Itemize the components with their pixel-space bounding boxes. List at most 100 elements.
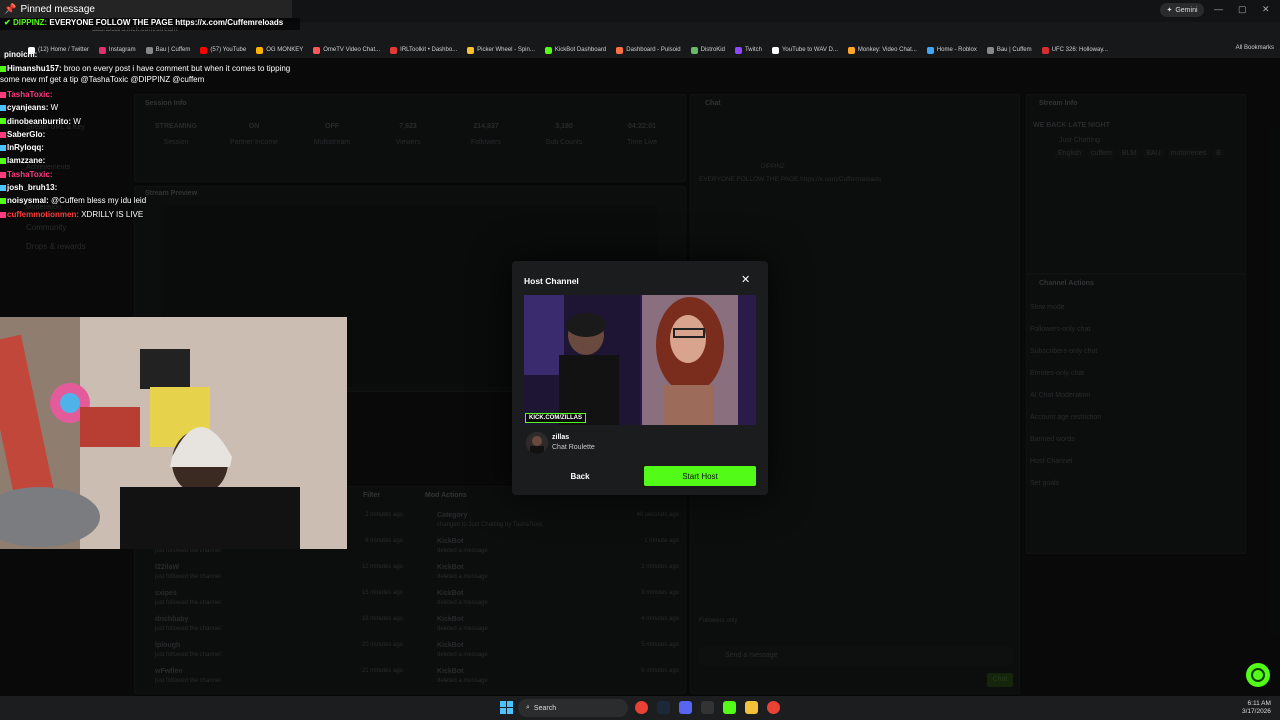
- bookmark-favicon-icon: [616, 46, 624, 54]
- chat-badge-icon: [0, 184, 6, 191]
- maximize-button[interactable]: ▢: [1238, 4, 1247, 15]
- chat-message: lamzzane:: [0, 154, 300, 167]
- start-host-button[interactable]: Start Host: [644, 466, 756, 486]
- bookmark-item[interactable]: OmeTV Video Chat...: [313, 46, 381, 54]
- chat-badge-icon: [0, 145, 6, 152]
- bookmark-item[interactable]: OG MONKEY: [256, 46, 304, 54]
- chat-message: lnRyloqq:: [0, 141, 300, 154]
- bookmark-favicon-icon: [544, 46, 552, 54]
- help-glyph: [1251, 668, 1265, 682]
- chat-badge-icon: [0, 158, 6, 165]
- chat-badge-icon: [0, 118, 6, 125]
- bookmark-item[interactable]: Bau | Cuffem: [145, 46, 190, 54]
- chat-message: josh_bruh13:: [0, 181, 300, 194]
- back-button[interactable]: Back: [524, 466, 636, 486]
- pinned-message: ✔ DIPPINZ: EVERYONE FOLLOW THE PAGE http…: [0, 18, 300, 30]
- chat-overlay-pinoichi: pinoichi:: [4, 50, 38, 59]
- chat-overlay: Himanshu157: broo on every post i have c…: [0, 63, 300, 221]
- bookmark-label: (57) YouTube: [210, 47, 247, 53]
- sparkle-icon: ✦: [1166, 7, 1173, 14]
- chat-text: @Cuffem bless my idu leid: [48, 196, 147, 206]
- all-bookmarks-button[interactable]: All Bookmarks: [1236, 45, 1274, 51]
- bookmark-item[interactable]: KickBot Dashboard: [544, 46, 607, 54]
- help-chat-icon[interactable]: [1246, 663, 1270, 687]
- bookmark-favicon-icon: [771, 46, 779, 54]
- close-window-button[interactable]: ✕: [1262, 4, 1270, 15]
- chrome-icon[interactable]: [635, 701, 648, 714]
- bookmark-label: Monkey: Video Chat...: [857, 47, 917, 53]
- steam-icon[interactable]: [657, 701, 670, 714]
- gemini-label: Gemini: [1175, 6, 1198, 14]
- folder-icon[interactable]: [745, 701, 758, 714]
- taskbar-search-label: Search: [533, 704, 557, 712]
- bookmark-favicon-icon: [200, 46, 208, 54]
- bookmark-label: Dashboard - Pulsoid: [626, 47, 681, 53]
- verified-badge-icon: ✔: [4, 18, 11, 27]
- pinned-text: EVERYONE FOLLOW THE PAGE https://x.com/C…: [49, 18, 284, 27]
- chat-username: lamzzane:: [7, 156, 46, 166]
- bookmark-label: OmeTV Video Chat...: [323, 47, 381, 53]
- bookmark-item[interactable]: Home - Roblox: [926, 46, 977, 54]
- chat-message: cuffemmotionmen: XDRILLY IS LIVE: [0, 208, 300, 221]
- bookmark-item[interactable]: Dashboard - Pulsoid: [616, 46, 681, 54]
- bookmark-item[interactable]: Instagram: [98, 46, 136, 54]
- bookmark-item[interactable]: Twitch: [734, 46, 762, 54]
- chat-message: Himanshu157: broo on every post i have c…: [0, 63, 300, 85]
- bookmark-item[interactable]: IRLToolkit • Dashbo...: [390, 46, 457, 54]
- chat-badge-icon: [0, 211, 6, 218]
- bookmark-favicon-icon: [467, 46, 475, 54]
- gemini-button[interactable]: ✦ Gemini: [1160, 3, 1204, 17]
- avatar-image: [526, 432, 548, 454]
- app-icon[interactable]: [701, 701, 714, 714]
- host-channel-name: zillas: [552, 434, 570, 441]
- avatar: [526, 432, 548, 454]
- bookmark-label: UFC 326: Holloway...: [1051, 47, 1108, 53]
- bookmark-item[interactable]: Bau | Cuffem: [986, 46, 1032, 54]
- bookmark-label: OG MONKEY: [266, 47, 304, 53]
- windows-start-icon[interactable]: [500, 701, 513, 714]
- webcam-feed: [0, 317, 347, 549]
- kick-icon[interactable]: [723, 701, 736, 714]
- bookmark-item[interactable]: DistroKid: [690, 46, 725, 54]
- webcam-scene: [0, 317, 347, 549]
- chat-username: lnRyloqq:: [7, 143, 44, 153]
- discord-icon[interactable]: [679, 701, 692, 714]
- chrome-active-icon[interactable]: [767, 701, 780, 714]
- taskbar-clock[interactable]: 6:11 AM 3/17/2026: [1242, 700, 1271, 716]
- chat-badge-icon: [0, 91, 6, 98]
- bookmark-favicon-icon: [313, 46, 321, 54]
- modal-title: Host Channel: [524, 276, 579, 286]
- bookmark-item[interactable]: YouTube to WAV D...: [771, 46, 838, 54]
- bookmark-favicon-icon: [926, 46, 934, 54]
- bookmarks-bar: (12) Home / Twitter Instagram Bau | Cuffem…: [0, 42, 1280, 58]
- search-icon: ⌕: [526, 704, 530, 711]
- bookmark-label: (12) Home / Twitter: [38, 47, 89, 53]
- chat-username: cuffemmotionmen:: [7, 209, 79, 219]
- chat-message: dinobeanburrito: W: [0, 115, 300, 128]
- taskbar-search[interactable]: ⌕ Search: [518, 699, 628, 717]
- clock-date: 3/17/2026: [1242, 708, 1271, 715]
- bookmark-favicon-icon: [734, 46, 742, 54]
- chat-username: TashaToxic:: [7, 90, 53, 99]
- minimize-button[interactable]: —: [1214, 4, 1223, 14]
- bookmark-favicon-icon: [390, 46, 398, 54]
- chat-username: noisysmal:: [7, 196, 49, 206]
- bookmark-item[interactable]: Picker Wheel - Spin...: [467, 46, 535, 54]
- bookmark-favicon-icon: [690, 46, 698, 54]
- bookmark-item[interactable]: UFC 326: Holloway...: [1041, 46, 1108, 54]
- clock-time: 6:11 AM: [1247, 700, 1271, 707]
- bookmark-label: Instagram: [108, 47, 136, 53]
- bookmark-label: DistroKid: [700, 47, 725, 53]
- chat-username: Himanshu157:: [7, 64, 62, 73]
- pinned-header-text: Pinned message: [20, 3, 95, 15]
- bookmark-label: Picker Wheel - Spin...: [477, 47, 535, 53]
- bookmark-label: KickBot Dashboard: [554, 47, 607, 53]
- bookmark-item[interactable]: Monkey: Video Chat...: [847, 46, 917, 54]
- close-icon[interactable]: ✕: [741, 273, 750, 286]
- chat-message: noisysmal: @Cuffem bless my idu leid: [0, 194, 300, 207]
- bookmark-favicon-icon: [986, 46, 994, 54]
- chat-username: cyanjeans:: [7, 103, 49, 113]
- bookmark-label: YouTube to WAV D...: [781, 47, 838, 53]
- bookmark-favicon-icon: [847, 46, 855, 54]
- bookmark-item[interactable]: (57) YouTube: [200, 46, 247, 54]
